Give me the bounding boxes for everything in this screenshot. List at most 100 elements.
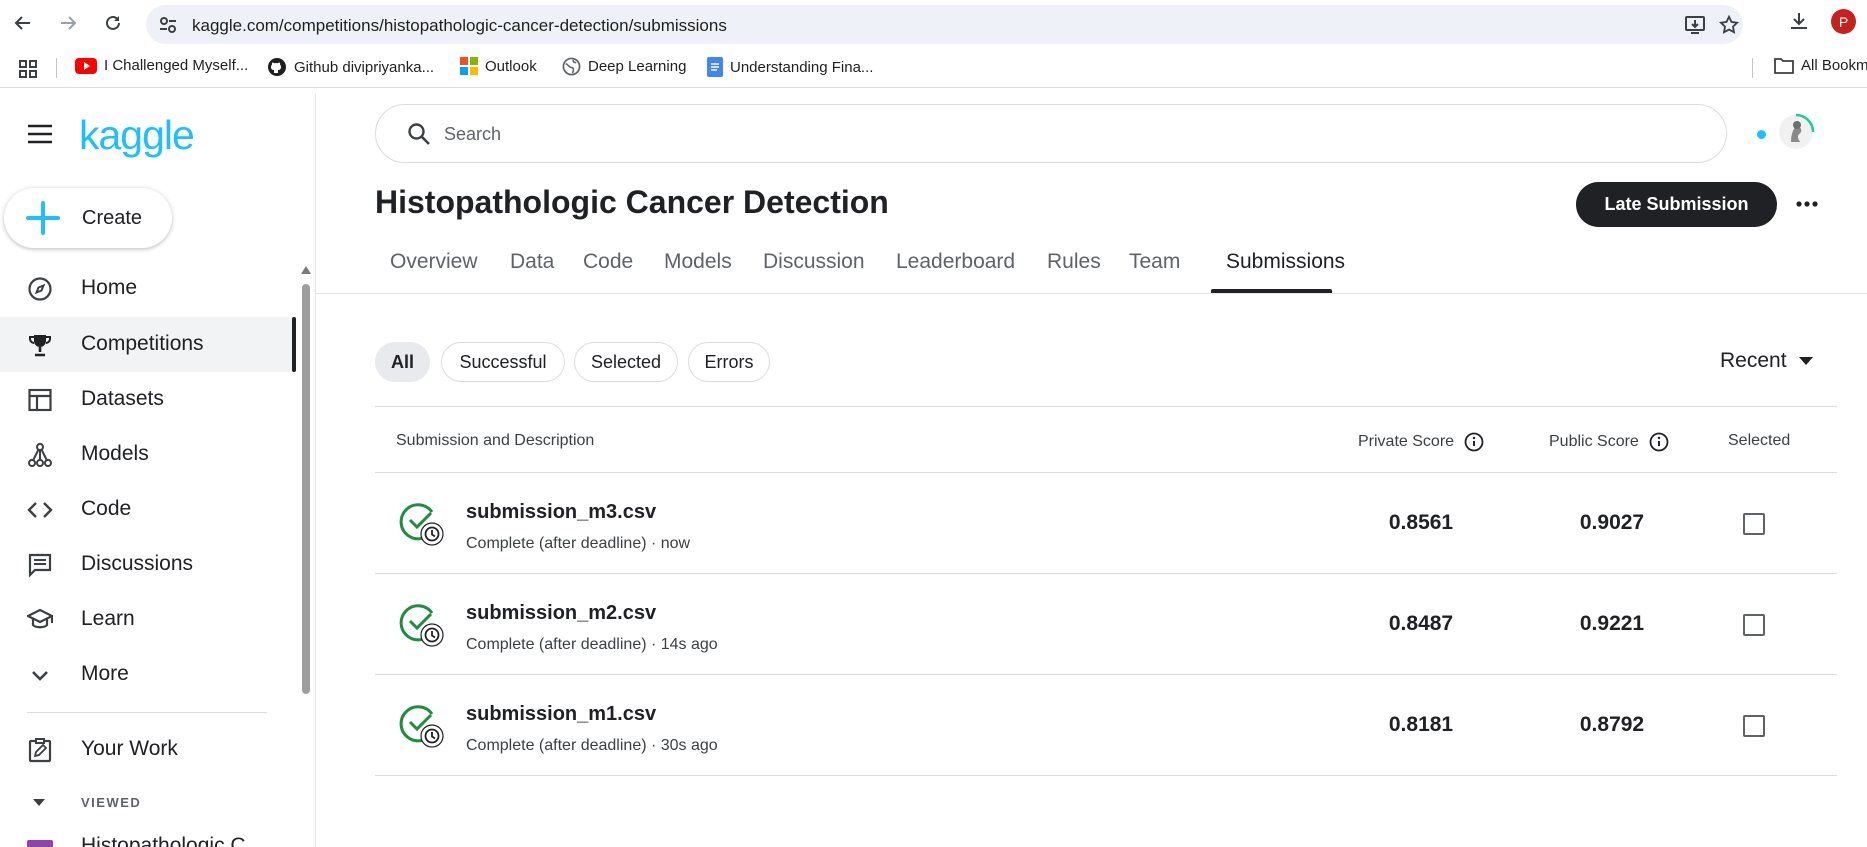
trophy-icon (29, 335, 51, 357)
tab-data[interactable]: Data (495, 250, 569, 294)
selected-checkbox[interactable] (1743, 614, 1765, 636)
sidebar-item-code[interactable]: Code (0, 482, 296, 537)
site-settings-icon[interactable] (158, 15, 178, 35)
private-score: 0.8487 (1388, 612, 1454, 635)
arrow-left-icon (14, 16, 30, 30)
download-icon[interactable] (1788, 10, 1810, 32)
sidebar-item-models[interactable]: Models (0, 427, 296, 482)
user-avatar[interactable] (1777, 113, 1815, 151)
tab-rules[interactable]: Rules (1032, 250, 1116, 294)
table-row[interactable]: submission_m3.csv Complete (after deadli… (375, 473, 1837, 573)
bookmark-item[interactable]: Deep Learning (562, 57, 686, 76)
tab-code[interactable]: Code (568, 250, 648, 294)
install-app-icon[interactable] (1684, 14, 1706, 36)
back-button[interactable] (10, 10, 36, 36)
folder-icon (1774, 58, 1794, 74)
submission-filename[interactable]: submission_m1.csv (466, 703, 656, 726)
selected-checkbox[interactable] (1743, 513, 1765, 535)
docs-icon (707, 57, 723, 77)
sort-label: Recent (1720, 349, 1787, 372)
late-submission-button[interactable]: Late Submission (1576, 182, 1777, 227)
private-score: 0.8561 (1388, 511, 1454, 534)
tab-models[interactable]: Models (649, 250, 747, 294)
tabs-divider (316, 293, 1867, 294)
bookmark-item[interactable]: I Challenged Myself... (75, 57, 248, 74)
filter-chip-successful[interactable]: Successful (441, 342, 565, 382)
info-icon[interactable] (1464, 432, 1484, 452)
profile-avatar[interactable]: P (1831, 9, 1856, 34)
public-score: 0.9027 (1579, 511, 1645, 534)
sidebar-item-label: Home (81, 276, 138, 299)
bookmark-label: Understanding Fina... (730, 58, 874, 76)
bookmark-item[interactable]: Understanding Fina... (707, 57, 873, 77)
table-row[interactable]: submission_m2.csv Complete (after deadli… (375, 574, 1837, 674)
sidebar-item-home[interactable]: Home (0, 261, 296, 316)
public-score: 0.9221 (1579, 612, 1645, 635)
filter-chip-all[interactable]: All (375, 342, 430, 382)
bookmark-item[interactable]: Outlook (460, 57, 537, 75)
search-input[interactable] (444, 121, 1644, 147)
tab-team[interactable]: Team (1114, 250, 1195, 294)
table-top-border (375, 406, 1837, 407)
address-bar[interactable]: kaggle.com/competitions/histopathologic-… (146, 5, 1743, 44)
tab-overview[interactable]: Overview (375, 250, 493, 294)
sidebar-item-label: Discussions (81, 552, 194, 575)
selected-checkbox[interactable] (1743, 715, 1765, 737)
submission-filename[interactable]: submission_m2.csv (466, 602, 656, 625)
tab-leaderboard[interactable]: Leaderboard (881, 250, 1030, 294)
sidebar-item-label: Learn (81, 607, 135, 630)
filter-chip-errors[interactable]: Errors (688, 342, 770, 382)
url-text[interactable]: kaggle.com/competitions/histopathologic-… (192, 16, 727, 36)
all-bookmarks[interactable]: All Bookmarks (1774, 57, 1867, 74)
caret-down-icon[interactable] (32, 798, 46, 808)
sidebar-item-datasets[interactable]: Datasets (0, 372, 296, 427)
forward-button[interactable] (55, 10, 81, 36)
public-score: 0.8792 (1579, 713, 1645, 736)
plus-icon (26, 201, 60, 235)
search-bar[interactable] (375, 104, 1727, 163)
private-score: 0.8181 (1388, 713, 1454, 736)
recent-item-thumbnail (27, 840, 53, 847)
kaggle-logo[interactable]: kaggle (79, 112, 195, 159)
more-options-icon[interactable] (1795, 192, 1819, 216)
reload-button[interactable] (100, 10, 126, 36)
youtube-icon (75, 57, 97, 74)
browser-toolbar: kaggle.com/competitions/histopathologic-… (0, 0, 1867, 45)
sidebar-item-learn[interactable]: Learn (0, 592, 296, 647)
sidebar-item-more[interactable]: More (0, 647, 296, 702)
bookmark-label: Outlook (485, 57, 537, 75)
scroll-up-arrow-icon[interactable] (301, 266, 311, 274)
recent-item-label[interactable]: Histopathologic C... (81, 834, 263, 847)
star-icon[interactable] (1718, 14, 1740, 36)
all-bookmarks-label: All Bookmarks (1801, 57, 1867, 74)
sidebar-scrollbar[interactable] (302, 284, 310, 694)
menu-icon[interactable] (27, 124, 53, 144)
sidebar-item-discussions[interactable]: Discussions (0, 537, 296, 592)
tab-discussion[interactable]: Discussion (748, 250, 880, 294)
filter-chip-selected[interactable]: Selected (574, 342, 678, 382)
sidebar-divider (27, 712, 267, 713)
submission-complete-icon (399, 604, 444, 647)
notification-dot (1757, 130, 1766, 139)
sidebar-item-label: Code (81, 497, 132, 520)
tab-submissions[interactable]: Submissions (1211, 250, 1360, 294)
sidebar-item-competitions[interactable]: Competitions (0, 317, 296, 372)
code-icon (27, 502, 53, 518)
create-button[interactable]: Create (4, 188, 172, 248)
chevron-down-icon (32, 671, 48, 681)
sort-dropdown[interactable]: Recent (1720, 349, 1813, 373)
reload-icon (106, 15, 120, 30)
submission-filename[interactable]: submission_m3.csv (466, 501, 656, 524)
bookmark-item[interactable]: Github divipriyanka... (267, 57, 434, 77)
page-title: Histopathologic Cancer Detection (375, 184, 889, 220)
clipboard-edit-icon (28, 738, 52, 763)
sidebar-item-your-work[interactable]: Your Work (0, 722, 296, 777)
table-row[interactable]: submission_m1.csv Complete (after deadli… (375, 675, 1837, 775)
models-icon (28, 443, 52, 467)
bookmark-label: Deep Learning (588, 58, 687, 75)
table-icon (28, 388, 52, 412)
globe-icon (562, 57, 581, 76)
bookmark-label: Github divipriyanka... (294, 58, 435, 76)
apps-grid-icon[interactable] (18, 59, 38, 79)
info-icon[interactable] (1649, 432, 1669, 452)
